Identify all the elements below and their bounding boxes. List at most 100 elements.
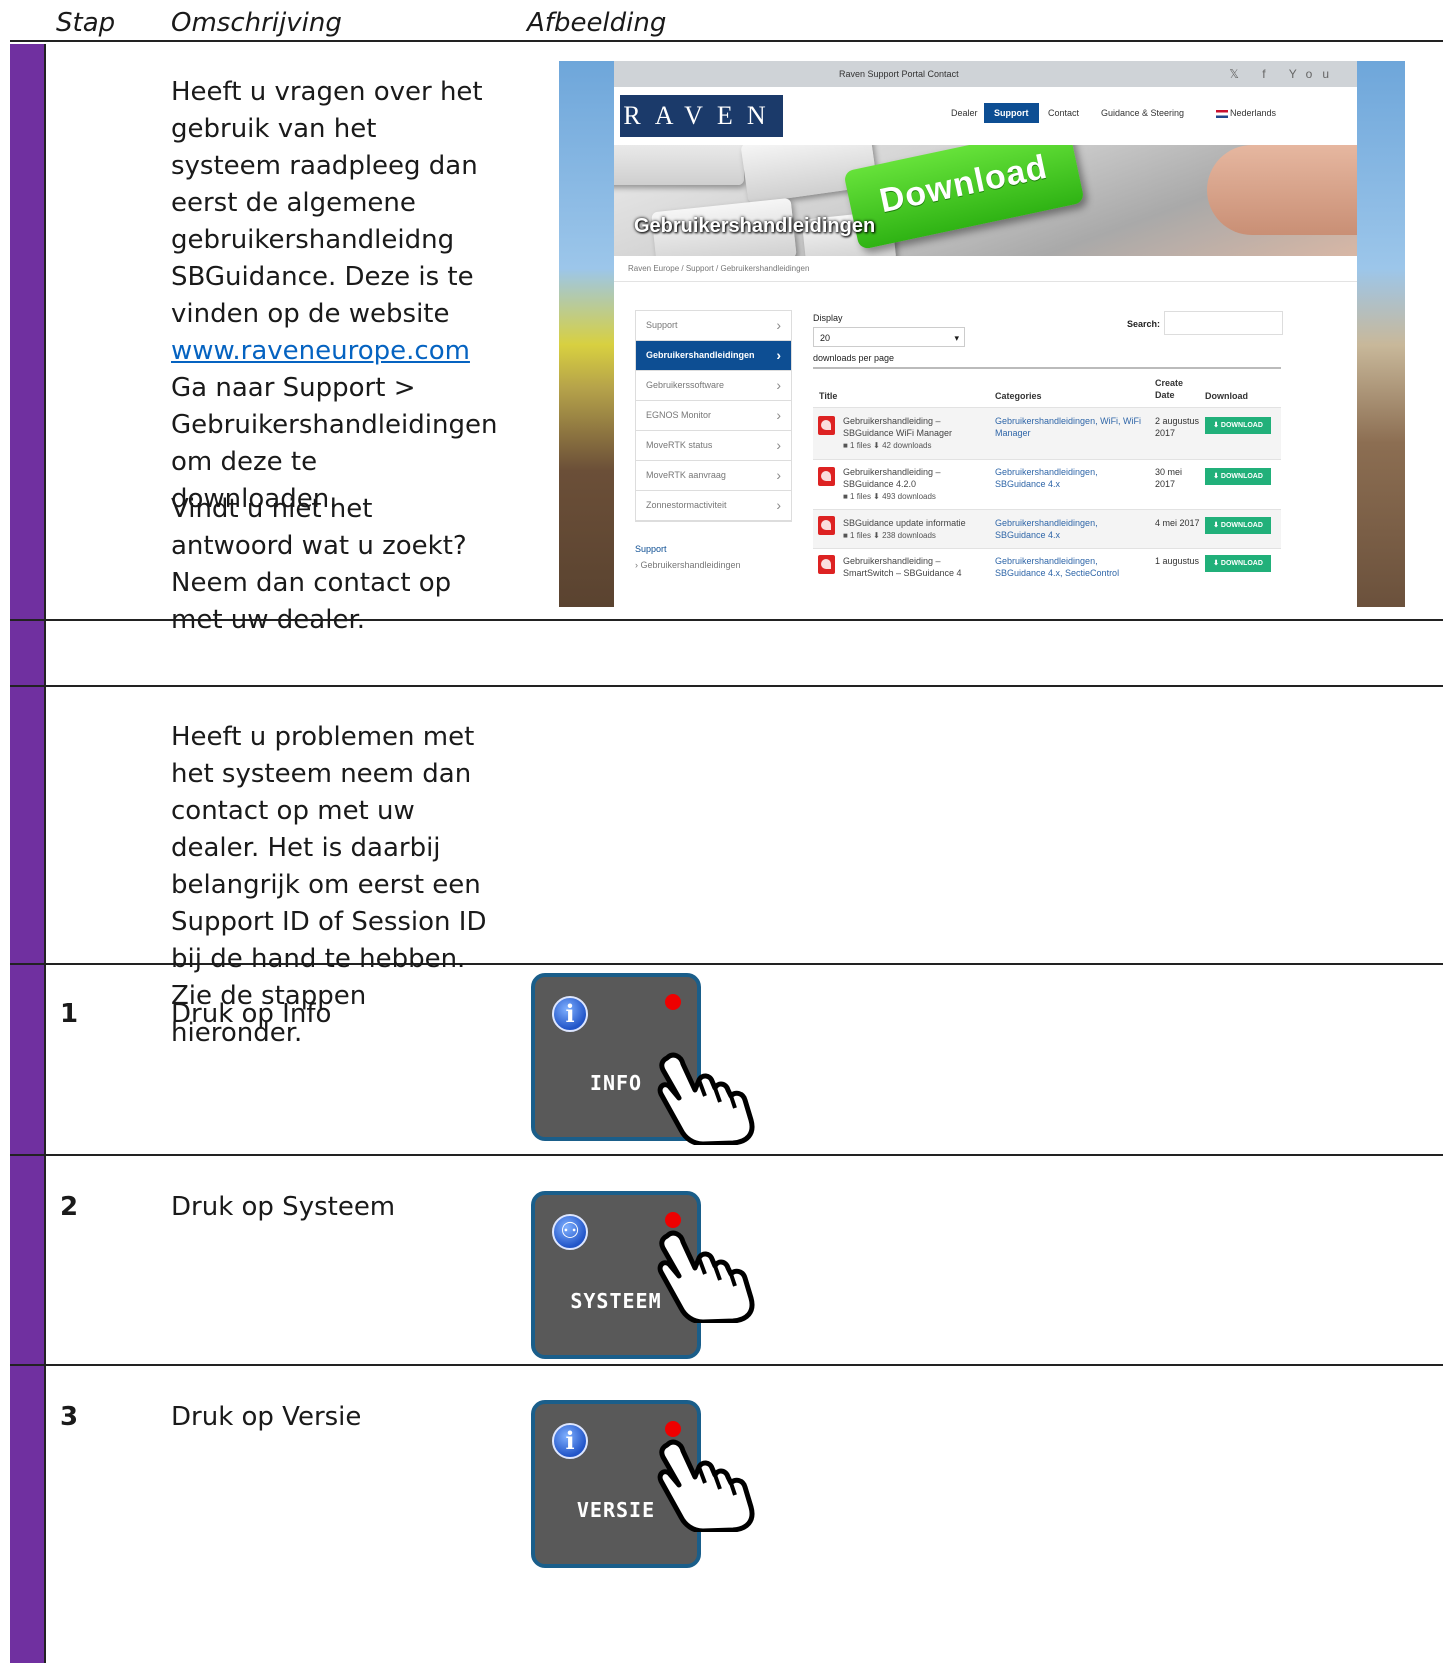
nav-language-label: Nederlands bbox=[1230, 108, 1277, 118]
row-title-text: Gebruikershandleiding – SBGuidance WiFi … bbox=[843, 416, 953, 438]
row-meta: ■ 1 files ⬇ 238 downloads bbox=[843, 531, 936, 540]
accessibility-icon: ⚇ bbox=[552, 1214, 588, 1250]
row-date: 2 augustus 2017 bbox=[1155, 416, 1200, 438]
header-step: Stap bbox=[56, 8, 116, 38]
flag-nl-icon bbox=[1216, 109, 1228, 118]
table-row: Gebruikershandleiding – SBGuidance WiFi … bbox=[813, 407, 1281, 459]
step-number: 2 bbox=[60, 1192, 79, 1222]
field-photo-left bbox=[559, 61, 614, 607]
row-separator bbox=[10, 1364, 1443, 1366]
step-description: Druk op Systeem bbox=[171, 1192, 396, 1222]
row-title-text: Gebruikershandleiding – SBGuidance 4.2.0 bbox=[843, 467, 941, 489]
side-heading[interactable]: Support bbox=[635, 544, 667, 554]
download-button[interactable]: ⬇ DOWNLOAD bbox=[1205, 517, 1271, 534]
breadcrumb[interactable]: Raven Europe / Support / Gebruikershandl… bbox=[628, 264, 809, 273]
row-separator bbox=[10, 685, 1443, 687]
row-title[interactable]: Gebruikershandleiding – SBGuidance WiFi … bbox=[843, 415, 988, 452]
website-screenshot: Raven Support Portal Contact 𝕏 f You RAV… bbox=[559, 61, 1405, 607]
row-categories[interactable]: Gebruikershandleidingen, SBGuidance 4.x,… bbox=[995, 555, 1145, 579]
row-title[interactable]: SBGuidance update informatie ■ 1 files ⬇ … bbox=[843, 517, 993, 542]
status-dot bbox=[665, 1421, 681, 1437]
row-date: 30 mei 2017 bbox=[1155, 467, 1183, 489]
nav-support[interactable]: Support bbox=[984, 103, 1039, 123]
table-row: SBGuidance update informatie ■ 1 files ⬇ … bbox=[813, 509, 1281, 548]
step-description: Druk op Versie bbox=[171, 1402, 362, 1432]
status-dot bbox=[665, 1212, 681, 1228]
intro-text-second: Vindt u niet het antwoord wat u zoekt? N… bbox=[171, 494, 467, 635]
intro-text: Heeft u vragen over het gebruik van het … bbox=[171, 74, 497, 518]
download-key: Download bbox=[843, 145, 1085, 251]
nav-contact[interactable]: Contact bbox=[1048, 108, 1079, 118]
row-separator bbox=[10, 1154, 1443, 1156]
side-subitem[interactable]: › Gebruikershandleidingen bbox=[635, 560, 741, 570]
website-topbar: Raven Support Portal Contact 𝕏 f You bbox=[614, 61, 1357, 87]
nav-dealer[interactable]: Dealer bbox=[951, 108, 978, 118]
display-label: Display bbox=[813, 313, 843, 323]
menu-item-support[interactable]: Support bbox=[636, 311, 791, 341]
topbar-links[interactable]: Raven Support Portal Contact bbox=[839, 69, 959, 79]
display-select[interactable]: 20 bbox=[813, 327, 965, 348]
header-rule bbox=[10, 40, 1443, 42]
pdf-icon bbox=[818, 516, 835, 535]
step-number: 1 bbox=[60, 999, 79, 1029]
row-meta: ■ 1 files ⬇ 42 downloads bbox=[843, 441, 932, 450]
table-row: Gebruikershandleiding – SmartSwitch – SB… bbox=[813, 548, 1281, 589]
website-navbar: RAVEN Dealer Support Contact Guidance & … bbox=[614, 87, 1357, 145]
search-input[interactable] bbox=[1164, 311, 1283, 335]
info-icon: i bbox=[552, 1423, 588, 1459]
menu-item-gebruikerssoftware[interactable]: Gebruikerssoftware bbox=[636, 371, 791, 401]
pdf-icon bbox=[818, 555, 835, 574]
row-title-text: SBGuidance update informatie bbox=[843, 518, 966, 528]
row-categories[interactable]: Gebruikershandleidingen, WiFi, WiFi Mana… bbox=[995, 415, 1145, 439]
side-menu: Support Gebruikershandleidingen Gebruike… bbox=[635, 310, 792, 522]
pointing-hand-icon bbox=[657, 1439, 755, 1532]
row-meta: ■ 1 files ⬇ 493 downloads bbox=[843, 492, 936, 501]
menu-item-zonnestormactiviteit[interactable]: Zonnestormactiviteit bbox=[636, 491, 791, 521]
row-title[interactable]: Gebruikershandleiding – SBGuidance 4.2.0… bbox=[843, 466, 988, 503]
finger-photo bbox=[1207, 145, 1357, 235]
status-dot bbox=[665, 994, 681, 1010]
menu-item-movertk-status[interactable]: MoveRTK status bbox=[636, 431, 791, 461]
left-margin-bar bbox=[10, 44, 44, 1663]
field-photo-right bbox=[1357, 61, 1405, 607]
pdf-icon bbox=[818, 416, 835, 435]
website-banner: Download Gebruikershandleidingen bbox=[614, 145, 1357, 256]
download-button[interactable]: ⬇ DOWNLOAD bbox=[1205, 468, 1271, 485]
social-icons[interactable]: 𝕏 f You bbox=[1229, 67, 1339, 81]
intro-text-part1: Heeft u vragen over het gebruik van het … bbox=[171, 77, 483, 329]
column-download[interactable]: Download bbox=[1205, 391, 1248, 401]
column-title[interactable]: Title bbox=[819, 391, 837, 401]
row-categories[interactable]: Gebruikershandleidingen, SBGuidance 4.x bbox=[995, 517, 1145, 541]
row-date: 1 augustus bbox=[1155, 556, 1200, 566]
header-image: Afbeelding bbox=[527, 8, 667, 38]
divider bbox=[614, 281, 1357, 282]
website-link[interactable]: www.raveneurope.com bbox=[171, 336, 470, 366]
download-button[interactable]: ⬇ DOWNLOAD bbox=[1205, 555, 1271, 572]
column-categories[interactable]: Categories bbox=[995, 391, 1042, 401]
download-button[interactable]: ⬇ DOWNLOAD bbox=[1205, 417, 1271, 434]
info-icon: i bbox=[552, 996, 588, 1032]
nav-guidance-steering[interactable]: Guidance & Steering bbox=[1101, 108, 1184, 118]
table-row: Gebruikershandleiding – SBGuidance 4.2.0… bbox=[813, 459, 1281, 509]
downloads-table: Title Categories Create Date Download Ge… bbox=[813, 367, 1281, 607]
menu-item-egnos-monitor[interactable]: EGNOS Monitor bbox=[636, 401, 791, 431]
raven-logo[interactable]: RAVEN bbox=[620, 95, 783, 137]
website-page: Raven Support Portal Contact 𝕏 f You RAV… bbox=[614, 61, 1357, 607]
pointing-hand-icon bbox=[657, 1052, 755, 1145]
menu-item-movertk-aanvraag[interactable]: MoveRTK aanvraag bbox=[636, 461, 791, 491]
step-description: Druk op Info bbox=[171, 999, 332, 1029]
pointing-hand-icon bbox=[657, 1230, 755, 1323]
row-categories[interactable]: Gebruikershandleidingen, SBGuidance 4.x bbox=[995, 466, 1145, 490]
row-date: 4 mei 2017 bbox=[1155, 518, 1200, 528]
row-title[interactable]: Gebruikershandleiding – SmartSwitch – SB… bbox=[843, 555, 988, 579]
header-description: Omschrijving bbox=[171, 8, 342, 38]
search-label: Search: bbox=[1127, 319, 1161, 329]
keyboard-key bbox=[614, 145, 744, 185]
download-key-label: Download bbox=[876, 147, 1051, 221]
column-create-date[interactable]: Create Date bbox=[1155, 377, 1195, 401]
column-divider bbox=[44, 44, 46, 1663]
step-number: 3 bbox=[60, 1402, 79, 1432]
menu-item-gebruikershandleidingen[interactable]: Gebruikershandleidingen bbox=[636, 341, 791, 371]
nav-language[interactable]: Nederlands bbox=[1216, 108, 1276, 118]
per-page-label: downloads per page bbox=[813, 353, 895, 363]
